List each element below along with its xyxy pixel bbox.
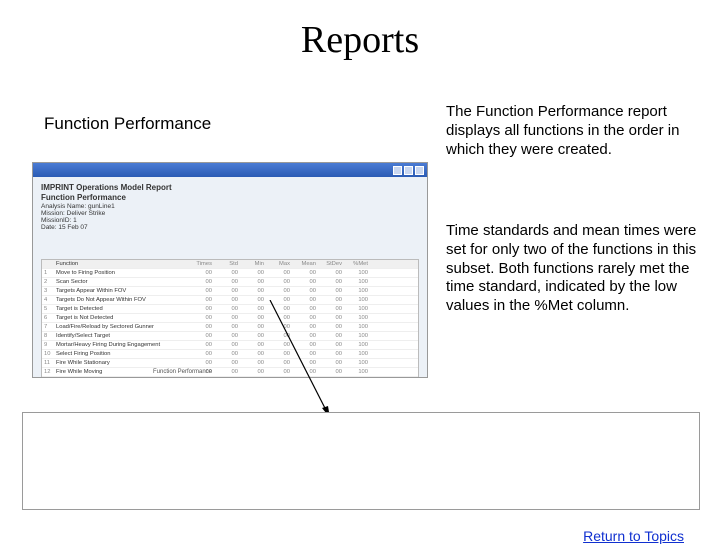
report-meta-date: Date: 15 Feb 07: [41, 224, 419, 231]
grid-row: 9Mortar/Heavy Firing During Engagement00…: [42, 341, 418, 350]
minimize-icon: [393, 166, 402, 175]
report-meta-analysis: Analysis Name: gunLine1: [41, 203, 419, 210]
grid-row: 8Identify/Select Target000000000000100: [42, 332, 418, 341]
grid-row: 7Load/Fire/Reload by Sectored Gunner0000…: [42, 323, 418, 332]
grid-row: 11Fire While Stationary000000000000100: [42, 359, 418, 368]
grid-row: 4Targets Do Not Appear Within FOV0000000…: [42, 296, 418, 305]
report-name: Function Performance: [44, 114, 211, 134]
report-meta-mission: Mission: Deliver Strike: [41, 210, 419, 217]
window-titlebar: [33, 163, 427, 177]
report-header-title: IMPRINT Operations Model Report: [41, 183, 419, 192]
close-icon: [415, 166, 424, 175]
page-title: Reports: [0, 18, 720, 62]
grid-row: 10Select Firing Position000000000000100: [42, 350, 418, 359]
report-screenshot-thumbnail: IMPRINT Operations Model Report Function…: [32, 162, 428, 378]
description-paragraph-1: The Function Performance report displays…: [446, 103, 700, 159]
report-header-subtitle: Function Performance: [41, 193, 419, 202]
maximize-icon: [404, 166, 413, 175]
detail-table-panel: ID Function Times Performed Standard Min…: [22, 412, 700, 510]
report-grid: FunctionTimesStdMinMaxMeanStDev%Met 1Mov…: [41, 259, 419, 378]
grid-row: 3Targets Appear Within FOV00000000000010…: [42, 287, 418, 296]
report-body: IMPRINT Operations Model Report Function…: [33, 177, 427, 378]
sheet-tab-active: Function Performance: [153, 369, 212, 375]
grid-header-row: FunctionTimesStdMinMaxMeanStDev%Met: [42, 260, 418, 269]
grid-row: 12Fire While Moving000000000000100: [42, 368, 418, 377]
return-to-topics-link[interactable]: Return to Topics: [583, 528, 684, 544]
grid-row: 6Target is Not Detected000000000000100: [42, 314, 418, 323]
grid-row: 2Scan Sector000000000000100: [42, 278, 418, 287]
report-meta-missionid: MissionID: 1: [41, 217, 419, 224]
grid-row: 1Move to Firing Position000000000000100: [42, 269, 418, 278]
description-paragraph-2: Time standards and mean times were set f…: [446, 222, 700, 316]
grid-row: 5Target is Detected000000000000100: [42, 305, 418, 314]
